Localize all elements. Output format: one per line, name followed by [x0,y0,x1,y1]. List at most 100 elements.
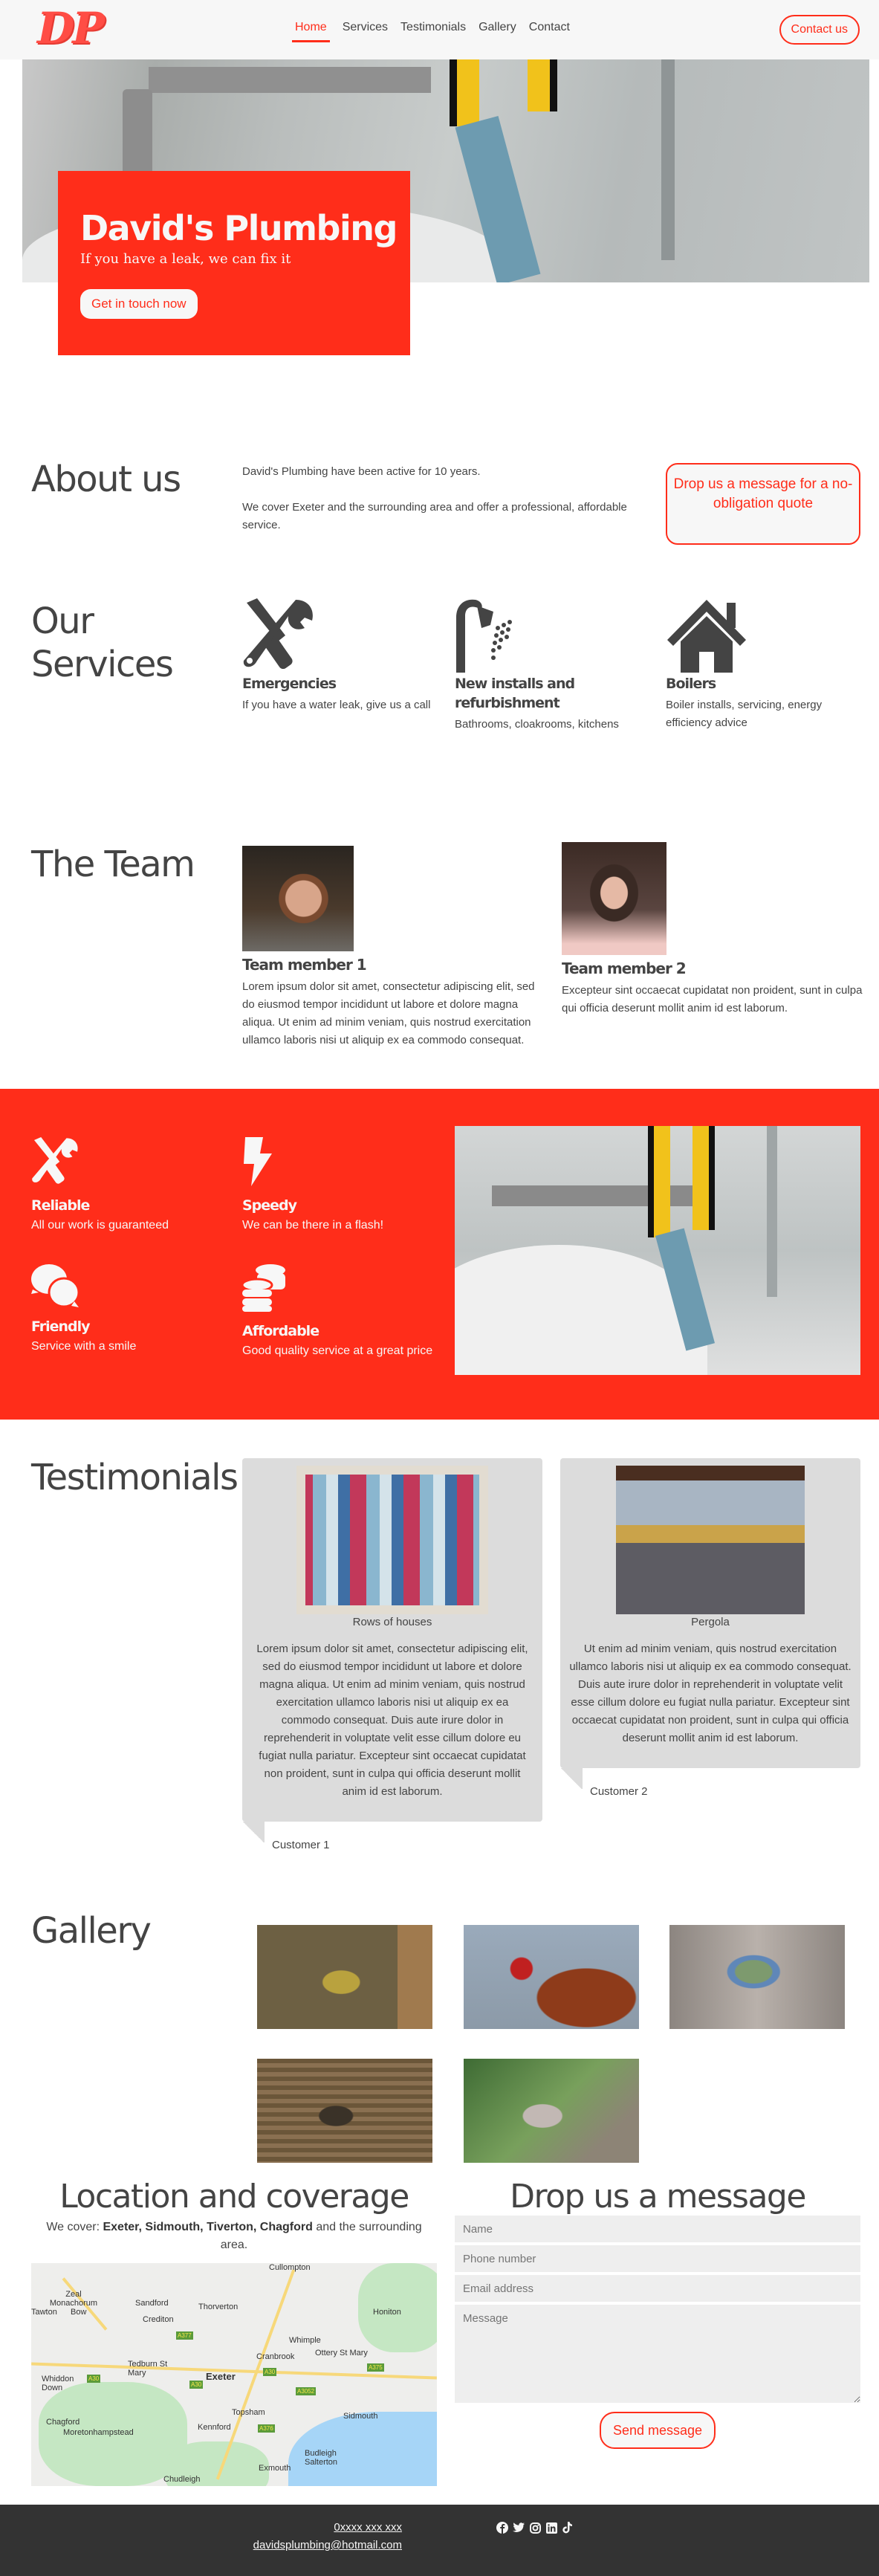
hero-title: David's Plumbing [80,208,398,248]
team-member-photo [242,846,354,951]
speech-tail [242,1822,265,1842]
map-label: Whimple [289,2336,321,2345]
map-label: Kennford [198,2423,231,2432]
shower-icon [456,599,512,673]
site-footer: 0xxxx xxx xxx davidsplumbing@hotmail.com [0,2505,879,2576]
speech-tail [560,1768,583,1789]
map-label: Bow [71,2308,87,2317]
team-title: The Team [31,844,195,885]
contact-section: Location and coverage We cover: Exeter, … [0,2178,879,2505]
coverage-prefix: We cover: [46,2221,103,2233]
team-member-photo [562,842,666,955]
gallery-image-pheasant[interactable] [464,1925,639,2029]
testimonial-caption: Pergola [691,1616,730,1628]
instagram-icon[interactable] [528,2521,542,2534]
testimonial-card: Rows of houses Lorem ipsum dolor sit ame… [242,1458,542,1851]
map-label: Sandford [135,2299,169,2308]
coins-icon [241,1264,285,1312]
main-nav: Home Services Testimonials Gallery Conta… [292,21,570,42]
twitter-icon[interactable] [512,2521,525,2534]
map-label: Whiddon Down [42,2375,74,2392]
services-title-line: Services [31,644,174,685]
map-label: Honiton [373,2308,401,2317]
social-links [496,2521,574,2534]
team-section: The Team Team member 1 Lorem ipsum dolor… [0,836,879,1089]
testimonials-title: Testimonials [31,1457,239,1498]
team-member-bio: Excepteur sint occaecat cupidatat non pr… [562,984,863,1014]
gallery-section: Gallery [0,1888,879,2178]
message-textarea[interactable] [455,2305,860,2403]
map-label: Ottery St Mary [315,2349,368,2357]
nav-gallery[interactable]: Gallery [479,21,516,42]
gallery-title: Gallery [31,1910,152,1952]
coverage-map[interactable]: Cullompton Zeal Monachorum Tawton Bow Sa… [31,2263,437,2486]
service-item: Boilers Boiler installs, servicing, ener… [666,598,859,732]
team-member-name: Team member 2 [562,959,687,977]
services-title-line: Our [31,601,94,642]
facebook-icon[interactable] [496,2521,509,2534]
road-label: A3052 [296,2387,317,2395]
message-title: Drop us a message [510,2178,806,2216]
nav-home[interactable]: Home [292,21,330,42]
road-label: A30 [263,2368,277,2376]
map-label: Zeal Monachorum [49,2290,98,2308]
map-label: Sidmouth [343,2412,378,2421]
lightning-icon [244,1137,272,1186]
about-title: About us [31,459,181,500]
feature-title: Reliable [31,1197,90,1214]
feature-text: We can be there in a flash! [242,1219,384,1232]
house-icon [667,600,746,673]
nav-services[interactable]: Services [343,21,388,42]
service-text: If you have a water leak, give us a call [242,699,431,711]
site-header: DP Home Services Testimonials Gallery Co… [0,0,879,59]
nav-testimonials[interactable]: Testimonials [400,21,466,42]
road-label: A376 [258,2424,275,2433]
about-paragraph: We cover Exeter and the surrounding area… [242,501,627,531]
testimonial-image [296,1466,488,1614]
features-band: Reliable All our work is guaranteed Spee… [0,1089,879,1420]
phone-input[interactable] [455,2245,860,2272]
map-label: Cullompton [269,2263,311,2272]
testimonial-card: Pergola Ut enim ad minim veniam, quis no… [560,1458,860,1798]
send-message-button[interactable]: Send message [599,2412,716,2449]
map-label: Tawton [31,2308,57,2317]
map-label: Moretonhampstead [63,2428,134,2437]
footer-email-link[interactable]: davidsplumbing@hotmail.com [253,2539,402,2551]
tools-icon [243,598,313,670]
service-title: Emergencies [242,676,337,692]
feature-item: Friendly Service with a smile [31,1264,232,1356]
contact-us-button[interactable]: Contact us [779,15,860,45]
hero-subtitle: If you have a leak, we can fix it [80,251,291,267]
service-title: Boilers [666,676,716,692]
name-input[interactable] [455,2216,860,2242]
logo[interactable]: DP [37,3,105,54]
location-title: Location and coverage [59,2178,409,2216]
testimonial-author: Customer 2 [590,1785,648,1798]
quote-button[interactable]: Drop us a message for a no-obligation qu… [666,463,860,545]
message-form: Drop us a message Send message [455,2178,860,2449]
service-item: New installs and refurbishment Bathrooms… [455,598,640,734]
testimonial-text: Ut enim ad minim veniam, quis nostrud ex… [569,1643,852,1744]
gallery-image-blue-tit[interactable] [669,1925,845,2029]
feature-image [455,1126,860,1375]
email-input[interactable] [455,2275,860,2302]
map-label: Chudleigh [163,2475,201,2484]
feature-text: Good quality service at a great price [242,1344,433,1357]
road-label: A30 [189,2381,204,2389]
feature-title: Friendly [31,1318,91,1335]
gallery-image-whitethroat[interactable] [464,2059,639,2163]
map-label: Exmouth [259,2464,291,2473]
get-in-touch-button[interactable]: Get in touch now [80,289,198,319]
team-member-bio: Lorem ipsum dolor sit amet, consectetur … [242,980,535,1046]
feature-title: Affordable [242,1323,320,1339]
testimonial-text: Lorem ipsum dolor sit amet, consectetur … [256,1643,528,1798]
service-text: Bathrooms, cloakrooms, kitchens [455,718,619,731]
service-title: New installs and refurbishment [455,676,575,711]
tiktok-icon[interactable] [561,2521,574,2534]
feature-item: Affordable Good quality service at a gre… [241,1264,443,1360]
footer-phone-link[interactable]: 0xxxx xxx xxx [334,2521,402,2534]
gallery-image-great-tit[interactable] [257,1925,432,2029]
nav-contact[interactable]: Contact [529,21,570,42]
linkedin-icon[interactable] [545,2521,558,2534]
gallery-image-grebe[interactable] [257,2059,432,2163]
